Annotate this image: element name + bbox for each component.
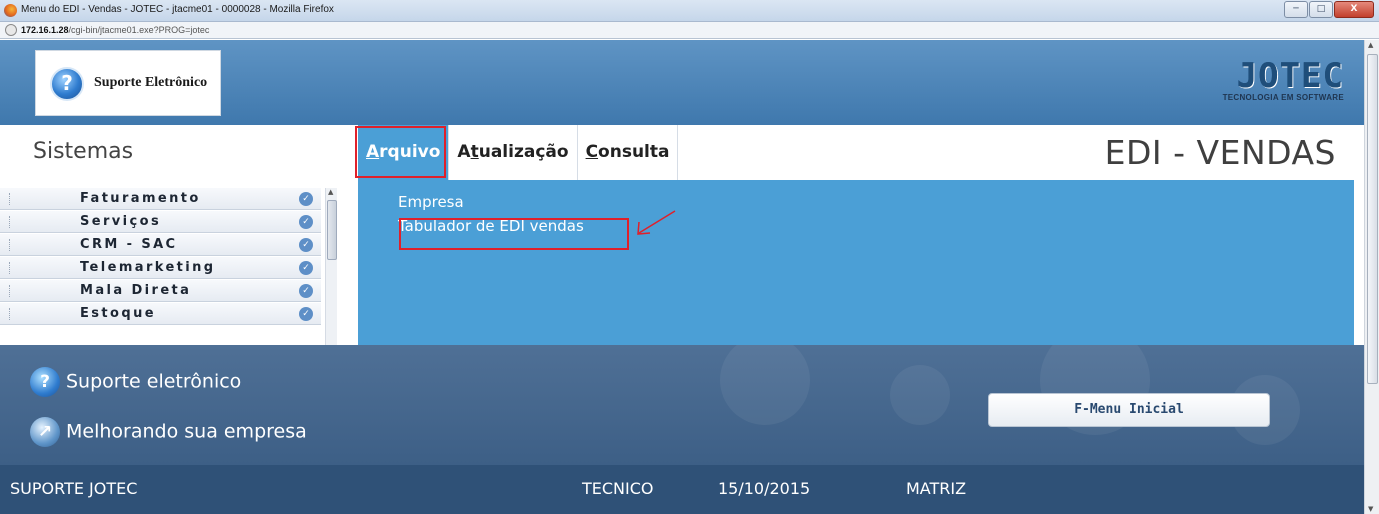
sidebar-item-label: Telemarketing (80, 260, 216, 275)
drag-grip-icon (9, 193, 11, 205)
drag-grip-icon (9, 308, 11, 320)
menu-consulta-accel: C (585, 142, 599, 162)
footer-band: ? Suporte eletrônico ↗ Melhorando sua empr… (0, 345, 1364, 465)
sidebar-item-estoque[interactable]: Estoque ✓ (0, 303, 321, 325)
menu-row: Sistemas Arquivo Atualização Consulta ED… (0, 125, 1364, 180)
menu-atualizacao-prefix: A (457, 142, 471, 162)
improving-text: Melhorando sua empresa (66, 420, 307, 443)
page: ? Suporte Eletrônico JOTEC TECNOLOGIA EM… (0, 40, 1364, 514)
sidebar-scroll-thumb[interactable] (327, 200, 337, 260)
sidebar-item-label: Estoque (80, 306, 156, 321)
page-scroll-thumb[interactable] (1367, 54, 1378, 384)
systems-sidebar: Faturamento ✓ Serviços ✓ CRM - SAC ✓ Tel… (0, 180, 358, 345)
jotec-logo: JOTEC TECNOLOGIA EM SOFTWARE (1184, 56, 1344, 116)
decorative-circle (890, 365, 950, 425)
scroll-up-arrow-icon[interactable]: ▲ (1368, 41, 1373, 49)
sidebar-item-mala-direta[interactable]: Mala Direta ✓ (0, 280, 321, 302)
site-identity-icon[interactable] (5, 24, 17, 36)
scroll-down-arrow-icon[interactable]: ▼ (1368, 505, 1373, 513)
sidebar-item-servicos[interactable]: Serviços ✓ (0, 211, 321, 233)
sidebar-item-telemarketing[interactable]: Telemarketing ✓ (0, 257, 321, 279)
jotec-brand: JOTEC (1236, 56, 1344, 96)
highlight-tabulador (399, 218, 629, 250)
f-menu-inicial-button[interactable]: F-Menu Inicial (988, 393, 1270, 427)
content-area: Empresa Tabulador de EDI vendas (358, 180, 1354, 345)
check-icon: ✓ (299, 238, 313, 252)
check-icon: ✓ (299, 284, 313, 298)
drag-grip-icon (9, 262, 11, 274)
sidebar-item-crm-sac[interactable]: CRM - SAC ✓ (0, 234, 321, 256)
menu-atualizacao-label: ualização (478, 142, 569, 162)
menu-atualizacao-accel: t (470, 142, 479, 162)
sistemas-title: Sistemas (33, 139, 134, 164)
status-bar: SUPORTE JOTEC TECNICO 15/10/2015 MATRIZ (0, 465, 1364, 514)
drag-grip-icon (9, 285, 11, 297)
sidebar-item-label: CRM - SAC (80, 237, 178, 252)
minimize-button[interactable]: ─ (1284, 1, 1308, 18)
check-icon: ✓ (299, 215, 313, 229)
status-user: SUPORTE JOTEC (10, 479, 138, 498)
status-date: 15/10/2015 (718, 479, 811, 498)
menu-consulta[interactable]: Consulta (578, 125, 679, 180)
sidebar-item-label: Serviços (80, 214, 162, 229)
sidebar-item-label: Faturamento (80, 191, 201, 206)
status-role: TECNICO (582, 479, 654, 498)
header-band: ? Suporte Eletrônico JOTEC TECNOLOGIA EM… (0, 40, 1364, 125)
url-path: /cgi-bin/jtacme01.exe?PROG=jotec (68, 25, 210, 35)
jotec-tagline: TECNOLOGIA EM SOFTWARE (1222, 93, 1344, 102)
support-text: Suporte eletrônico (66, 370, 242, 393)
menu-consulta-label: onsulta (598, 142, 670, 162)
growth-chart-icon: ↗ (30, 417, 60, 447)
support-logo[interactable]: ? Suporte Eletrônico (35, 50, 221, 116)
url-host: 172.16.1.28 (21, 25, 69, 35)
submenu-empresa[interactable]: Empresa (398, 190, 584, 214)
check-icon: ✓ (299, 261, 313, 275)
help-icon: ? (50, 67, 84, 101)
check-icon: ✓ (299, 192, 313, 206)
annotation-arrow-icon (637, 210, 676, 235)
scroll-up-arrow-icon[interactable]: ▲ (328, 188, 333, 196)
page-title: EDI - VENDAS (1104, 133, 1336, 172)
support-logo-label: Suporte Eletrônico (94, 75, 208, 90)
maximize-button[interactable]: □ (1309, 1, 1333, 18)
improving-line: ↗ Melhorando sua empresa (30, 417, 307, 447)
support-line: ? Suporte eletrônico (30, 367, 241, 397)
systems-list: Faturamento ✓ Serviços ✓ CRM - SAC ✓ Tel… (0, 188, 325, 326)
sidebar-item-label: Mala Direta (80, 283, 192, 298)
status-branch: MATRIZ (906, 479, 967, 498)
check-icon: ✓ (299, 307, 313, 321)
sidebar-scrollbar[interactable]: ▲ (325, 188, 337, 345)
menu-atualizacao[interactable]: Atualização (449, 125, 578, 180)
close-button[interactable]: X (1334, 1, 1374, 18)
address-bar[interactable]: 172.16.1.28/cgi-bin/jtacme01.exe?PROG=jo… (0, 22, 1379, 39)
sidebar-item-faturamento[interactable]: Faturamento ✓ (0, 188, 321, 210)
drag-grip-icon (9, 239, 11, 251)
help-icon: ? (30, 367, 60, 397)
window-title-bar: Menu do EDI - Vendas - JOTEC - jtacme01 … (0, 0, 1379, 22)
window-title: Menu do EDI - Vendas - JOTEC - jtacme01 … (21, 4, 334, 15)
url-text[interactable]: 172.16.1.28/cgi-bin/jtacme01.exe?PROG=jo… (21, 24, 261, 37)
drag-grip-icon (9, 216, 11, 228)
highlight-arquivo (355, 126, 446, 178)
window-controls: ─ □ X (1283, 1, 1374, 18)
decorative-circle (720, 345, 810, 425)
firefox-icon (4, 4, 17, 17)
page-scrollbar[interactable]: ▲ ▼ (1364, 40, 1379, 514)
